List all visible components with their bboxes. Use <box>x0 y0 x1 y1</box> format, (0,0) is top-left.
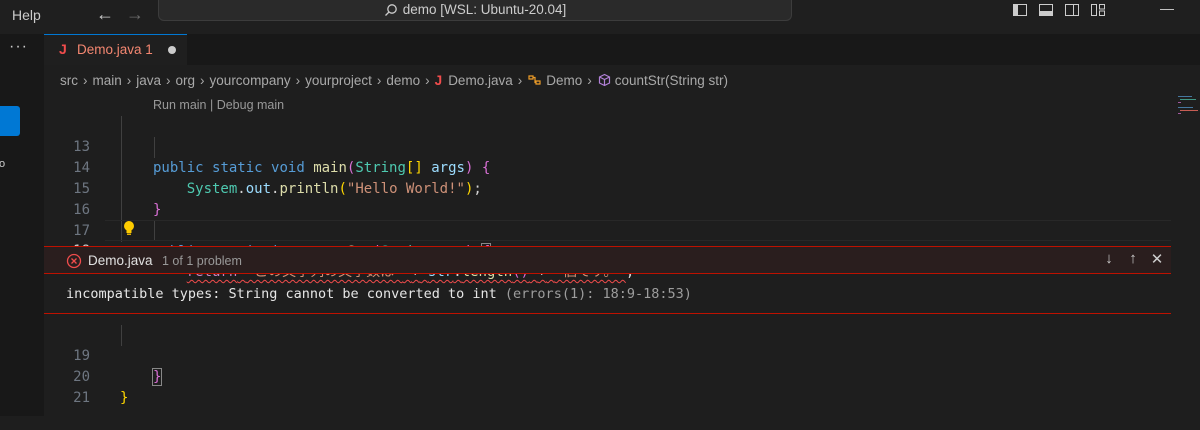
command-center-text: demo [WSL: Ubuntu-20.04] <box>402 2 567 17</box>
tab-bar: J Demo.java 1 <box>44 34 1200 65</box>
breadcrumb-demo[interactable]: demo <box>386 73 420 88</box>
problem-count: 1 of 1 problem <box>162 254 242 268</box>
codelens-run-debug[interactable]: Run main | Debug main <box>153 98 284 112</box>
problem-peek-body: incompatible types: String cannot be con… <box>44 274 1171 314</box>
chevron-right-icon: › <box>376 72 382 88</box>
code-line-21[interactable]: 21 <box>44 367 1174 406</box>
code-line-13[interactable]: 13 public static void main(String[] args… <box>44 116 1174 176</box>
code-line-20[interactable]: 20 } <box>44 346 1174 406</box>
problem-message-line: incompatible types: String cannot be con… <box>66 286 692 302</box>
active-view-indicator[interactable] <box>0 106 20 136</box>
back-arrow-icon[interactable]: ← <box>96 4 114 25</box>
minimize-icon[interactable]: — <box>1160 0 1190 16</box>
problem-source: (errors(1): 18:9-18:53) <box>504 286 692 302</box>
chevron-right-icon: › <box>166 72 171 88</box>
layout-controls <box>1012 2 1106 18</box>
method-cube-icon <box>598 73 610 86</box>
line-number: 21 <box>73 390 90 406</box>
code-line-18[interactable]: 18 return "この文字列の文字数は" + str.length() + … <box>44 220 1174 280</box>
java-file-icon: J <box>59 41 67 57</box>
code-line-14[interactable]: 14 System.out.println("Hello World!"); <box>44 137 1174 197</box>
problem-message: incompatible types: String cannot be con… <box>66 286 497 302</box>
breadcrumb-class[interactable]: Demo <box>546 73 582 88</box>
code-line-19[interactable]: 19 } <box>44 325 1174 386</box>
chevron-right-icon: › <box>587 72 592 88</box>
activity-item-marker: o <box>0 158 6 170</box>
command-center[interactable]: demo [WSL: Ubuntu-20.04] <box>158 0 792 21</box>
forward-arrow-icon[interactable]: → <box>126 4 144 25</box>
chevron-right-icon: › <box>200 72 205 88</box>
more-icon[interactable]: ··· <box>9 38 28 56</box>
breadcrumb-yourproject[interactable]: yourproject <box>305 73 372 88</box>
breadcrumb-file[interactable]: Demo.java <box>448 73 513 88</box>
search-icon <box>384 4 397 17</box>
problem-peek-header: Demo.java 1 of 1 problem ↓ ↑ ✕ <box>44 246 1171 274</box>
close-icon[interactable]: ✕ <box>1149 250 1165 268</box>
toggle-panel-icon[interactable] <box>1038 2 1054 18</box>
problem-file: Demo.java <box>88 253 153 268</box>
java-file-icon: J <box>434 72 443 88</box>
activity-bar: ··· o <box>0 34 44 416</box>
chevron-right-icon: › <box>126 72 132 88</box>
breadcrumb-yourcompany[interactable]: yourcompany <box>210 73 291 88</box>
previous-problem-arrow-up-icon[interactable]: ↑ <box>1125 250 1141 268</box>
unsaved-dot-icon[interactable] <box>168 46 176 54</box>
breadcrumb-src[interactable]: src <box>60 73 78 88</box>
chevron-right-icon: › <box>295 72 301 88</box>
title-bar: Help ← → demo [WSL: Ubuntu-20.04] — <box>0 0 1200 34</box>
breadcrumb-org[interactable]: org <box>176 73 196 88</box>
customize-layout-icon[interactable] <box>1090 2 1106 18</box>
code-line-15[interactable]: 15 } <box>44 158 1174 218</box>
code-line-16[interactable]: 16 <box>44 179 1174 218</box>
chevron-right-icon: › <box>83 72 88 88</box>
class-icon <box>528 75 541 85</box>
breadcrumb-main[interactable]: main <box>93 73 122 88</box>
code-line-17[interactable]: 17 public static int countStr(String str… <box>44 200 1174 261</box>
toggle-primary-sidebar-icon[interactable] <box>1012 2 1028 18</box>
minimap[interactable] <box>1174 95 1200 125</box>
tab-label: Demo.java 1 <box>77 42 153 57</box>
breadcrumb: src › main › java › org › yourcompany › yourp… <box>60 70 728 90</box>
problem-actions: ↓ ↑ ✕ <box>1101 250 1165 268</box>
breadcrumb-method[interactable]: countStr(String str) <box>615 73 728 88</box>
problem-peek: Demo.java 1 of 1 problem ↓ ↑ ✕ incompati… <box>44 246 1171 315</box>
next-problem-arrow-down-icon[interactable]: ↓ <box>1101 250 1117 268</box>
toggle-secondary-sidebar-icon[interactable] <box>1064 2 1080 18</box>
tab-demo-java[interactable]: J Demo.java 1 <box>44 34 187 65</box>
chevron-right-icon: › <box>517 72 523 88</box>
breadcrumb-java[interactable]: java <box>136 73 161 88</box>
menu-help[interactable]: Help <box>12 7 41 23</box>
chevron-right-icon: › <box>425 72 430 88</box>
error-circle-icon <box>66 253 82 269</box>
